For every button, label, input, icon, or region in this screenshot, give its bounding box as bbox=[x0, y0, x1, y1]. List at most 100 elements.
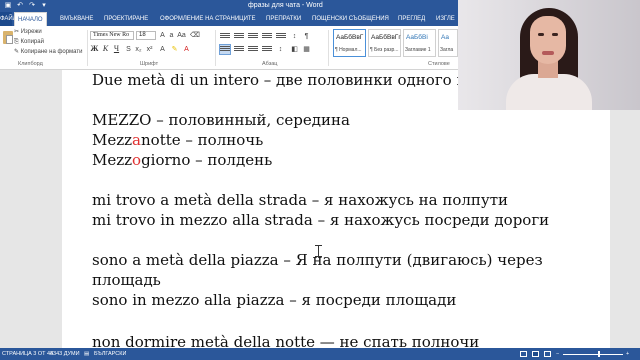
document-line: non dormire metà della notte — не спать … bbox=[92, 333, 480, 348]
page-counter[interactable]: СТРАНИЦА 3 ОТ 44 bbox=[2, 348, 53, 360]
shrink-font-icon[interactable]: a bbox=[167, 31, 176, 40]
document-line: Due metà di un intero – две половинки од… bbox=[92, 71, 490, 89]
tab-references[interactable]: ПРЕПРАТКИ bbox=[266, 12, 301, 26]
change-case-icon[interactable]: Aa bbox=[177, 31, 186, 40]
copy-label: Копирай bbox=[20, 39, 44, 45]
status-bar: СТРАНИЦА 3 ОТ 44 8343 ДУМИ ▤ БЪЛГАРСКИ −… bbox=[0, 348, 640, 360]
presenter-eye bbox=[538, 33, 544, 36]
multilevel-list-icon[interactable] bbox=[248, 32, 258, 41]
strikethrough-icon[interactable]: S bbox=[124, 45, 133, 54]
style-name: ¶ Нормал... bbox=[335, 47, 362, 53]
customize-icon[interactable]: ▾ bbox=[40, 2, 48, 10]
style-name: Загла bbox=[440, 47, 454, 53]
proofing-icon[interactable]: ▤ bbox=[84, 348, 89, 360]
highlight-icon[interactable]: ✎ bbox=[170, 45, 179, 54]
show-marks-icon[interactable]: ¶ bbox=[302, 32, 311, 41]
increase-indent-icon[interactable] bbox=[276, 32, 286, 41]
language-indicator[interactable]: БЪЛГАРСКИ bbox=[94, 348, 126, 360]
tab-file[interactable]: ФАЙЛ bbox=[0, 12, 17, 26]
line-spacing-icon[interactable]: ↕ bbox=[276, 45, 285, 54]
font-size-box[interactable]: 18 bbox=[136, 31, 156, 40]
format-painter-button[interactable]: ✎ Копиране на формати bbox=[14, 48, 82, 56]
webcam-overlay bbox=[458, 0, 640, 110]
document-line: mi trovo in mezzo alla strada – я нахожу… bbox=[92, 211, 550, 229]
document-page[interactable]: Due metà di un intero – две половинки од… bbox=[62, 70, 610, 348]
font-group-label: Шрифт bbox=[140, 61, 159, 67]
presenter-body bbox=[506, 74, 592, 110]
tab-review[interactable]: ПРЕГЛЕД bbox=[398, 12, 425, 26]
style-heading-2[interactable]: Аа Загла bbox=[438, 29, 458, 57]
align-left-icon[interactable] bbox=[219, 44, 231, 55]
tab-page-layout[interactable]: ОФОРМЛЕНИЕ НА СТРАНИЦИТЕ bbox=[160, 12, 256, 26]
presenter-mouth bbox=[542, 51, 554, 55]
highlighted-letter: o bbox=[132, 151, 142, 169]
clear-format-icon[interactable]: ⌫ bbox=[190, 31, 200, 40]
tab-home[interactable]: НАЧАЛО bbox=[14, 12, 47, 26]
align-center-icon[interactable] bbox=[234, 45, 244, 54]
italic-button[interactable]: К bbox=[101, 44, 110, 54]
read-mode-icon[interactable] bbox=[520, 351, 527, 357]
tab-design[interactable]: ПРОЕКТИРАНЕ bbox=[104, 12, 148, 26]
paragraph-group-label: Абзац bbox=[262, 61, 278, 67]
tab-mailings[interactable]: ПОЩЕНСКИ СЪОБЩЕНИЯ bbox=[312, 12, 389, 26]
save-icon[interactable]: ▣ bbox=[4, 2, 12, 10]
scissors-icon: ✂ bbox=[14, 29, 20, 35]
zoom-in-icon[interactable]: + bbox=[626, 348, 629, 360]
align-right-icon[interactable] bbox=[248, 45, 258, 54]
word-part: giorno – полдень bbox=[141, 151, 273, 169]
group-divider bbox=[215, 30, 216, 66]
font-color-icon[interactable]: A bbox=[182, 45, 191, 54]
style-sample: АаБбВвГг bbox=[371, 34, 401, 41]
style-sample: АаБбВвГ bbox=[336, 34, 364, 41]
zoom-slider[interactable] bbox=[563, 354, 623, 355]
print-layout-icon[interactable] bbox=[532, 351, 539, 357]
document-area[interactable]: Due metà di un intero – две половинки од… bbox=[0, 70, 640, 348]
style-sample: Аа bbox=[441, 34, 450, 41]
cut-label: Изрежи bbox=[20, 29, 42, 35]
bullets-icon[interactable] bbox=[220, 32, 230, 41]
justify-icon[interactable] bbox=[262, 45, 272, 54]
i-beam-cursor-icon bbox=[315, 245, 323, 257]
cut-button[interactable]: ✂ Изрежи bbox=[14, 28, 42, 36]
style-no-spacing[interactable]: АаБбВвГг ¶ Без разр... bbox=[368, 29, 401, 57]
borders-icon[interactable]: ▦ bbox=[302, 45, 311, 54]
document-line: Mezzogiorno – полдень bbox=[92, 150, 272, 170]
text-effects-icon[interactable]: A bbox=[158, 45, 167, 54]
highlighted-letter: a bbox=[132, 131, 141, 149]
grow-font-icon[interactable]: A bbox=[158, 31, 167, 40]
window-title: фразы для чата - Word bbox=[248, 2, 323, 9]
word-count[interactable]: 8343 ДУМИ bbox=[50, 348, 80, 360]
paste-button[interactable] bbox=[2, 29, 14, 51]
redo-icon[interactable]: ↷ bbox=[28, 2, 36, 10]
copy-button[interactable]: ⎘ Копирай bbox=[14, 38, 44, 46]
style-normal[interactable]: АаБбВвГ ¶ Нормал... bbox=[333, 29, 366, 57]
style-heading-1[interactable]: АаБбВі Заглавие 1 bbox=[403, 29, 436, 57]
clipboard-group-label: Клипборд bbox=[18, 61, 43, 67]
decrease-indent-icon[interactable] bbox=[262, 32, 272, 41]
word-part: Mezz bbox=[92, 151, 133, 169]
undo-icon[interactable]: ↶ bbox=[16, 2, 24, 10]
tab-insert[interactable]: ВМЪКВАНЕ bbox=[60, 12, 93, 26]
subscript-icon[interactable]: x₂ bbox=[134, 45, 143, 54]
web-layout-icon[interactable] bbox=[544, 351, 551, 357]
zoom-slider-thumb[interactable] bbox=[598, 351, 600, 357]
group-divider bbox=[328, 30, 329, 66]
underline-button[interactable]: Ч bbox=[112, 44, 121, 54]
style-sample: АаБбВі bbox=[406, 34, 428, 41]
presenter-face bbox=[530, 16, 566, 64]
format-painter-label: Копиране на формати bbox=[20, 49, 83, 55]
quick-access-toolbar: ▣ ↶ ↷ ▾ bbox=[4, 1, 48, 11]
group-divider bbox=[87, 30, 88, 66]
tab-view[interactable]: ИЗГЛЕ bbox=[436, 12, 455, 26]
document-line: площадь bbox=[92, 271, 161, 289]
document-line: MEZZO – половинный, середина bbox=[92, 111, 350, 129]
font-name-box[interactable]: Times New Ro bbox=[90, 31, 134, 40]
sort-icon[interactable]: ↕ bbox=[290, 32, 299, 41]
shading-icon[interactable]: ◧ bbox=[290, 45, 299, 54]
word-part: Mezz bbox=[92, 131, 133, 149]
numbering-icon[interactable] bbox=[234, 32, 244, 41]
styles-group-label: Стилове bbox=[428, 61, 450, 67]
bold-button[interactable]: Ж bbox=[90, 44, 99, 54]
superscript-icon[interactable]: x² bbox=[145, 45, 154, 54]
zoom-out-icon[interactable]: − bbox=[556, 348, 559, 360]
